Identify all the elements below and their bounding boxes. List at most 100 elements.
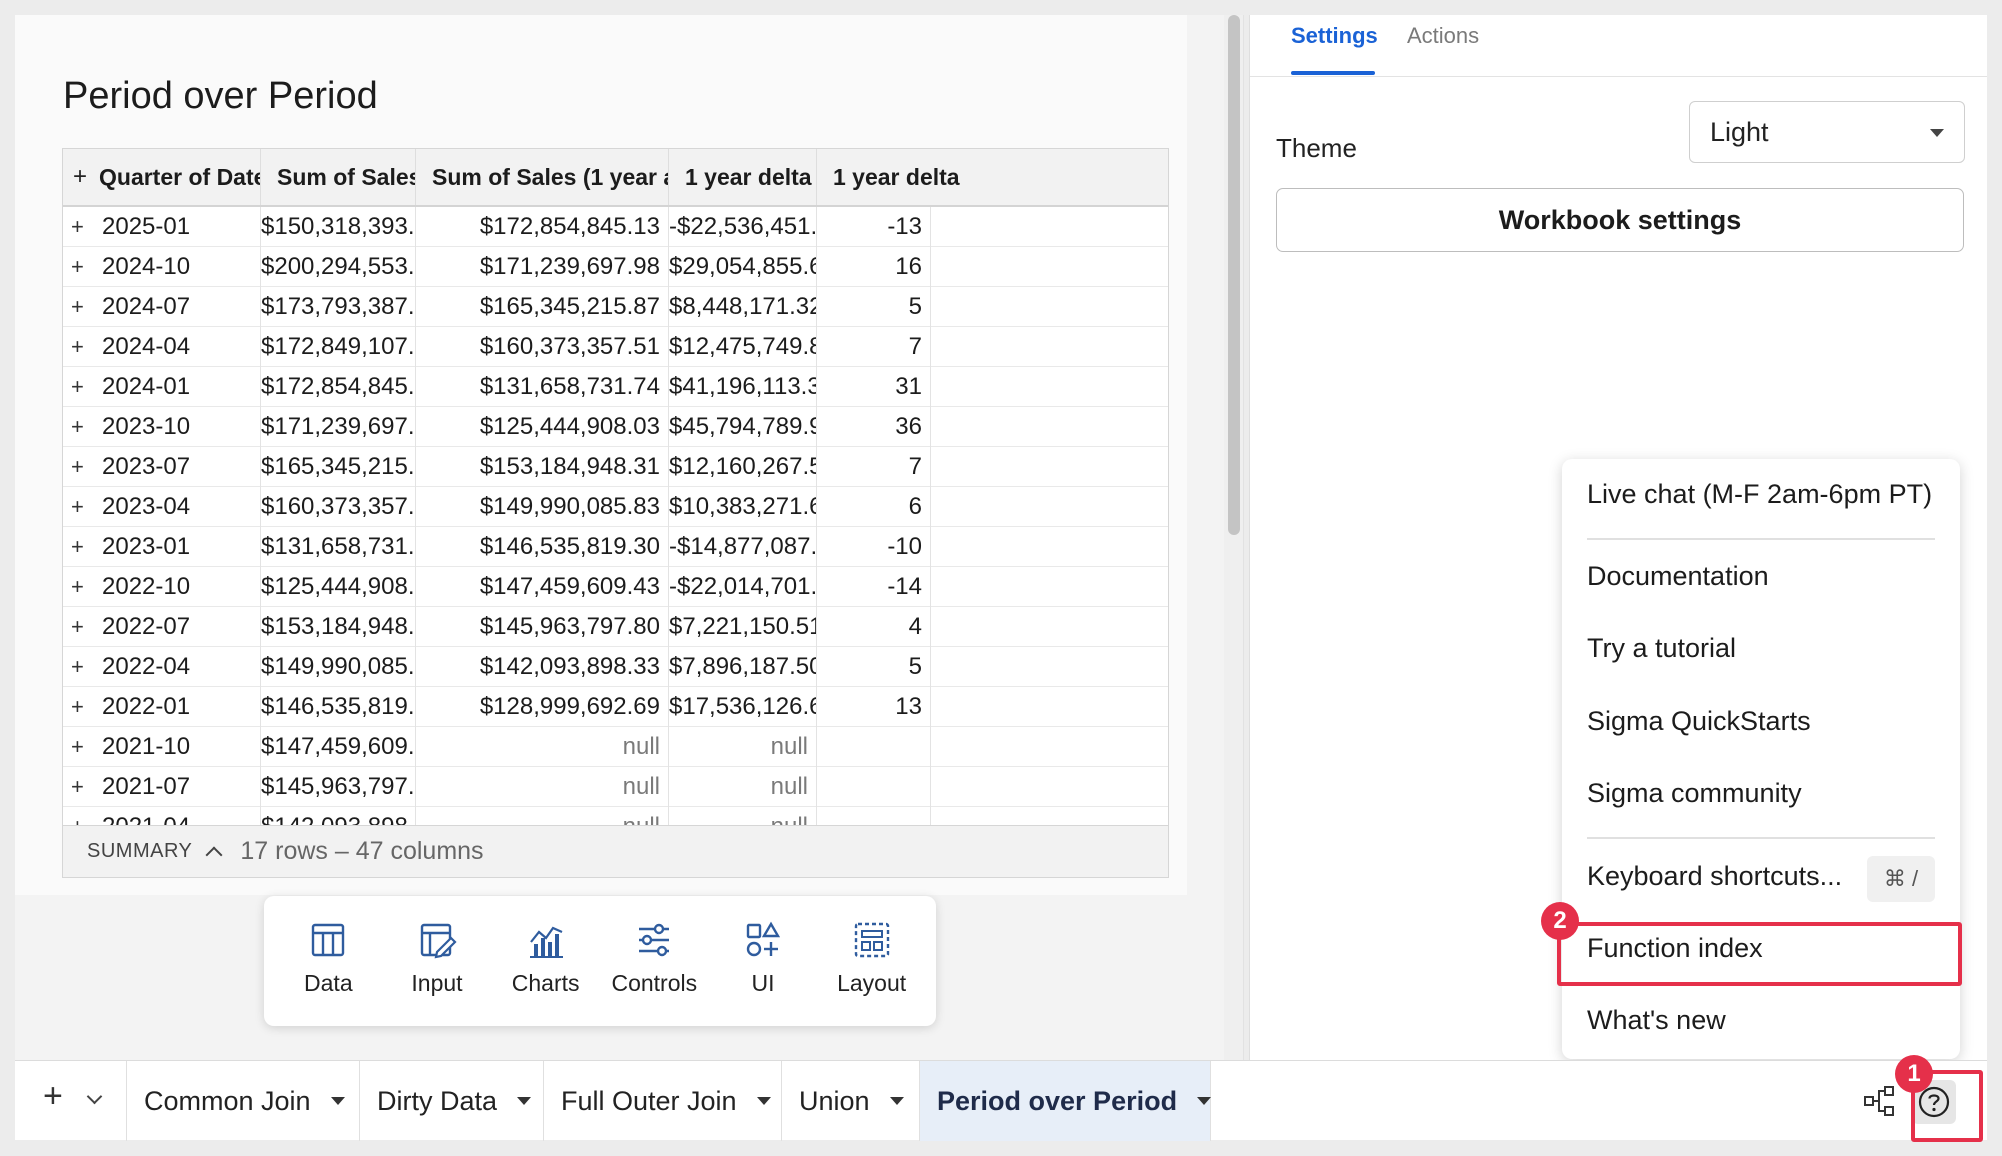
column-header-sales[interactable]: Sum of Sales (261, 149, 416, 205)
table-cell[interactable]: 16 (817, 247, 931, 287)
lineage-icon[interactable] (1863, 1085, 1895, 1117)
add-data-element-button[interactable]: Data (274, 896, 382, 1026)
add-chart-element-button[interactable]: Charts (492, 896, 600, 1026)
table-cell[interactable]: -14 (817, 567, 931, 607)
table-cell[interactable]: +2025-01 (63, 207, 261, 247)
table-cell[interactable]: -10 (817, 527, 931, 567)
table-cell[interactable]: +2024-07 (63, 287, 261, 327)
table-cell[interactable]: +2022-07 (63, 607, 261, 647)
table-cell[interactable]: null (669, 727, 817, 767)
expand-row-icon[interactable]: + (71, 447, 93, 487)
table-cell[interactable]: +2024-10 (63, 247, 261, 287)
table-cell[interactable]: 5 (817, 647, 931, 687)
expand-row-icon[interactable]: + (71, 367, 93, 407)
table-cell[interactable]: $172,849,107.37 (261, 327, 416, 367)
table-cell[interactable]: $41,196,113.39 (669, 367, 817, 407)
table-cell[interactable]: 31 (817, 367, 931, 407)
chevron-down-icon[interactable] (86, 1088, 103, 1105)
table-cell[interactable]: $128,999,692.69 (416, 687, 669, 727)
table-cell[interactable]: +2023-04 (63, 487, 261, 527)
table-cell[interactable]: $29,054,855.61 (669, 247, 817, 287)
table-cell[interactable]: $7,896,187.50 (669, 647, 817, 687)
expand-row-icon[interactable]: + (71, 607, 93, 647)
table-cell[interactable]: $200,294,553.59 (261, 247, 416, 287)
chevron-down-icon[interactable] (756, 1097, 771, 1105)
table-cell[interactable]: $171,239,697.98 (261, 407, 416, 447)
theme-select[interactable]: Light (1689, 101, 1965, 163)
table-cell[interactable]: null (416, 727, 669, 767)
table-cell[interactable]: +2023-10 (63, 407, 261, 447)
chevron-up-icon[interactable] (205, 846, 223, 863)
canvas-scrollbar[interactable] (1224, 15, 1244, 1060)
add-control-element-button[interactable]: Controls (600, 896, 708, 1026)
page-tab-full-outer-join[interactable]: Full Outer Join (544, 1061, 782, 1141)
table-summary-bar[interactable]: SUMMARY 17 rows – 47 columns (63, 825, 1168, 877)
menu-item-whats-new[interactable]: What's new (1587, 1005, 1726, 1036)
table-row[interactable]: +2021-07$145,963,797.80nullnull (63, 767, 1168, 807)
add-ui-element-button[interactable]: UI (709, 896, 817, 1026)
table-cell[interactable]: $153,184,948.31 (416, 447, 669, 487)
table-cell[interactable]: $153,184,948.31 (261, 607, 416, 647)
table-row[interactable]: +2021-10$147,459,609.43nullnull (63, 727, 1168, 767)
table-cell[interactable]: +2022-01 (63, 687, 261, 727)
chevron-down-icon[interactable] (517, 1097, 532, 1105)
table-cell[interactable]: -13 (817, 207, 931, 247)
table-cell[interactable]: 7 (817, 327, 931, 367)
table-row[interactable]: +2025-01$150,318,393.88$172,854,845.13-$… (63, 207, 1168, 247)
workbook-settings-button[interactable]: Workbook settings (1276, 188, 1964, 252)
table-cell[interactable]: $7,221,150.51 (669, 607, 817, 647)
table-cell[interactable]: +2024-04 (63, 327, 261, 367)
table-cell[interactable]: 7 (817, 447, 931, 487)
table-row[interactable]: +2023-07$165,345,215.87$153,184,948.31$1… (63, 447, 1168, 487)
table-cell[interactable]: $45,794,789.95 (669, 407, 817, 447)
table-cell[interactable]: $10,383,271.68 (669, 487, 817, 527)
table-cell[interactable]: $12,160,267.56 (669, 447, 817, 487)
add-page-button[interactable]: + (15, 1061, 127, 1141)
expand-row-icon[interactable]: + (71, 487, 93, 527)
expand-row-icon[interactable]: + (71, 527, 93, 567)
expand-row-icon[interactable]: + (71, 567, 93, 607)
expand-all-icon[interactable]: + (73, 163, 87, 191)
table-cell[interactable]: $149,990,085.83 (416, 487, 669, 527)
table-cell[interactable]: 5 (817, 287, 931, 327)
menu-item-live-chat[interactable]: Live chat (M-F 2am-6pm PT) (1587, 479, 1932, 510)
scrollbar-thumb[interactable] (1228, 15, 1240, 535)
expand-row-icon[interactable]: + (71, 687, 93, 727)
page-tab-common-join[interactable]: Common Join (127, 1061, 360, 1141)
table-cell[interactable]: $125,444,908.03 (261, 567, 416, 607)
column-header-quarter[interactable]: + Quarter of Date (63, 149, 261, 205)
table-row[interactable]: +2023-01$131,658,731.74$146,535,819.30-$… (63, 527, 1168, 567)
table-row[interactable]: +2022-10$125,444,908.03$147,459,609.43-$… (63, 567, 1168, 607)
table-cell[interactable]: $8,448,171.32 (669, 287, 817, 327)
page-tab-period-over-period[interactable]: Period over Period (920, 1061, 1212, 1141)
table-cell[interactable]: $145,963,797.80 (416, 607, 669, 647)
expand-row-icon[interactable]: + (71, 287, 93, 327)
menu-item-documentation[interactable]: Documentation (1587, 561, 1769, 592)
page-tab-union[interactable]: Union (782, 1061, 920, 1141)
tab-settings[interactable]: Settings (1291, 23, 1378, 49)
table-element-card[interactable]: Period over Period + Quarter of Date Sum… (15, 15, 1187, 895)
table-cell[interactable]: $173,793,387.19 (261, 287, 416, 327)
table-row[interactable]: +2023-04$160,373,357.51$149,990,085.83$1… (63, 487, 1168, 527)
expand-row-icon[interactable]: + (71, 247, 93, 287)
expand-row-icon[interactable]: + (71, 727, 93, 767)
add-layout-element-button[interactable]: Layout (818, 896, 926, 1026)
page-tab-dirty-data[interactable]: Dirty Data (360, 1061, 544, 1141)
table-cell[interactable]: $171,239,697.98 (416, 247, 669, 287)
table-cell[interactable]: -$22,536,451.25 (669, 207, 817, 247)
table-row[interactable]: +2022-01$146,535,819.30$128,999,692.69$1… (63, 687, 1168, 727)
table-cell[interactable]: 4 (817, 607, 931, 647)
chevron-down-icon[interactable] (330, 1097, 345, 1105)
table-cell[interactable]: $165,345,215.87 (416, 287, 669, 327)
table-cell[interactable]: $131,658,731.74 (261, 527, 416, 567)
table-row[interactable]: +2022-04$149,990,085.83$142,093,898.33$7… (63, 647, 1168, 687)
chevron-down-icon[interactable] (1197, 1097, 1212, 1105)
table-cell[interactable]: $172,854,845.13 (416, 207, 669, 247)
menu-item-community[interactable]: Sigma community (1587, 778, 1802, 809)
table-cell[interactable]: -$14,877,087.56 (669, 527, 817, 567)
table-cell[interactable]: $146,535,819.30 (416, 527, 669, 567)
element-title[interactable]: Period over Period (63, 75, 378, 118)
menu-item-tutorial[interactable]: Try a tutorial (1587, 633, 1736, 664)
table-cell[interactable]: $147,459,609.43 (261, 727, 416, 767)
table-cell[interactable]: +2023-07 (63, 447, 261, 487)
